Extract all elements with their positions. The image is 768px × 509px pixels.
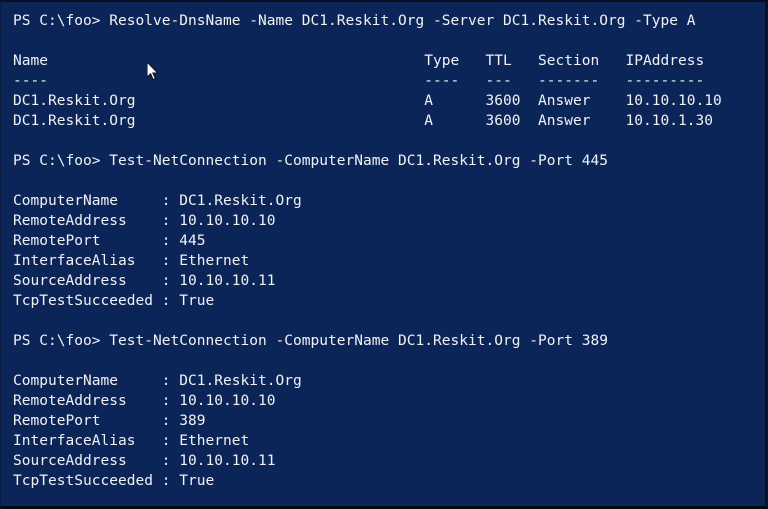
property-row: RemoteAddress : 10.10.10.10 xyxy=(13,213,276,229)
property-row: RemotePort : 389 xyxy=(13,413,206,429)
powershell-console-window[interactable]: PS C:\foo> Resolve-DnsName -Name DC1.Res… xyxy=(0,0,768,509)
property-row: TcpTestSucceeded : True xyxy=(13,473,215,489)
command-line[interactable]: PS C:\foo> Resolve-DnsName -Name DC1.Res… xyxy=(13,11,765,31)
table-row: DC1.Reskit.Org A 3600 Answer 10.10.10.10 xyxy=(13,93,722,109)
table-header-row: Name Type TTL Section IPAddress xyxy=(13,53,705,69)
command-line[interactable]: PS C:\foo> Test-NetConnection -ComputerN… xyxy=(13,151,765,171)
property-row: SourceAddress : 10.10.10.11 xyxy=(13,453,276,469)
property-row: SourceAddress : 10.10.10.11 xyxy=(13,273,276,289)
property-row: RemotePort : 445 xyxy=(13,233,206,249)
console-output-buffer[interactable]: PS C:\foo> Resolve-DnsName -Name DC1.Res… xyxy=(13,11,765,491)
property-row: InterfaceAlias : Ethernet xyxy=(13,433,250,449)
table-separator-row: ---- ---- --- ------- --------- xyxy=(13,73,705,89)
table-row: DC1.Reskit.Org A 3600 Answer 10.10.1.30 xyxy=(13,113,713,129)
property-row: ComputerName : DC1.Reskit.Org xyxy=(13,193,302,209)
property-row: TcpTestSucceeded : True xyxy=(13,293,215,309)
property-row: InterfaceAlias : Ethernet xyxy=(13,253,250,269)
property-row: ComputerName : DC1.Reskit.Org xyxy=(13,373,302,389)
property-row: RemoteAddress : 10.10.10.10 xyxy=(13,393,276,409)
command-line[interactable]: PS C:\foo> Test-NetConnection -ComputerN… xyxy=(13,331,765,351)
